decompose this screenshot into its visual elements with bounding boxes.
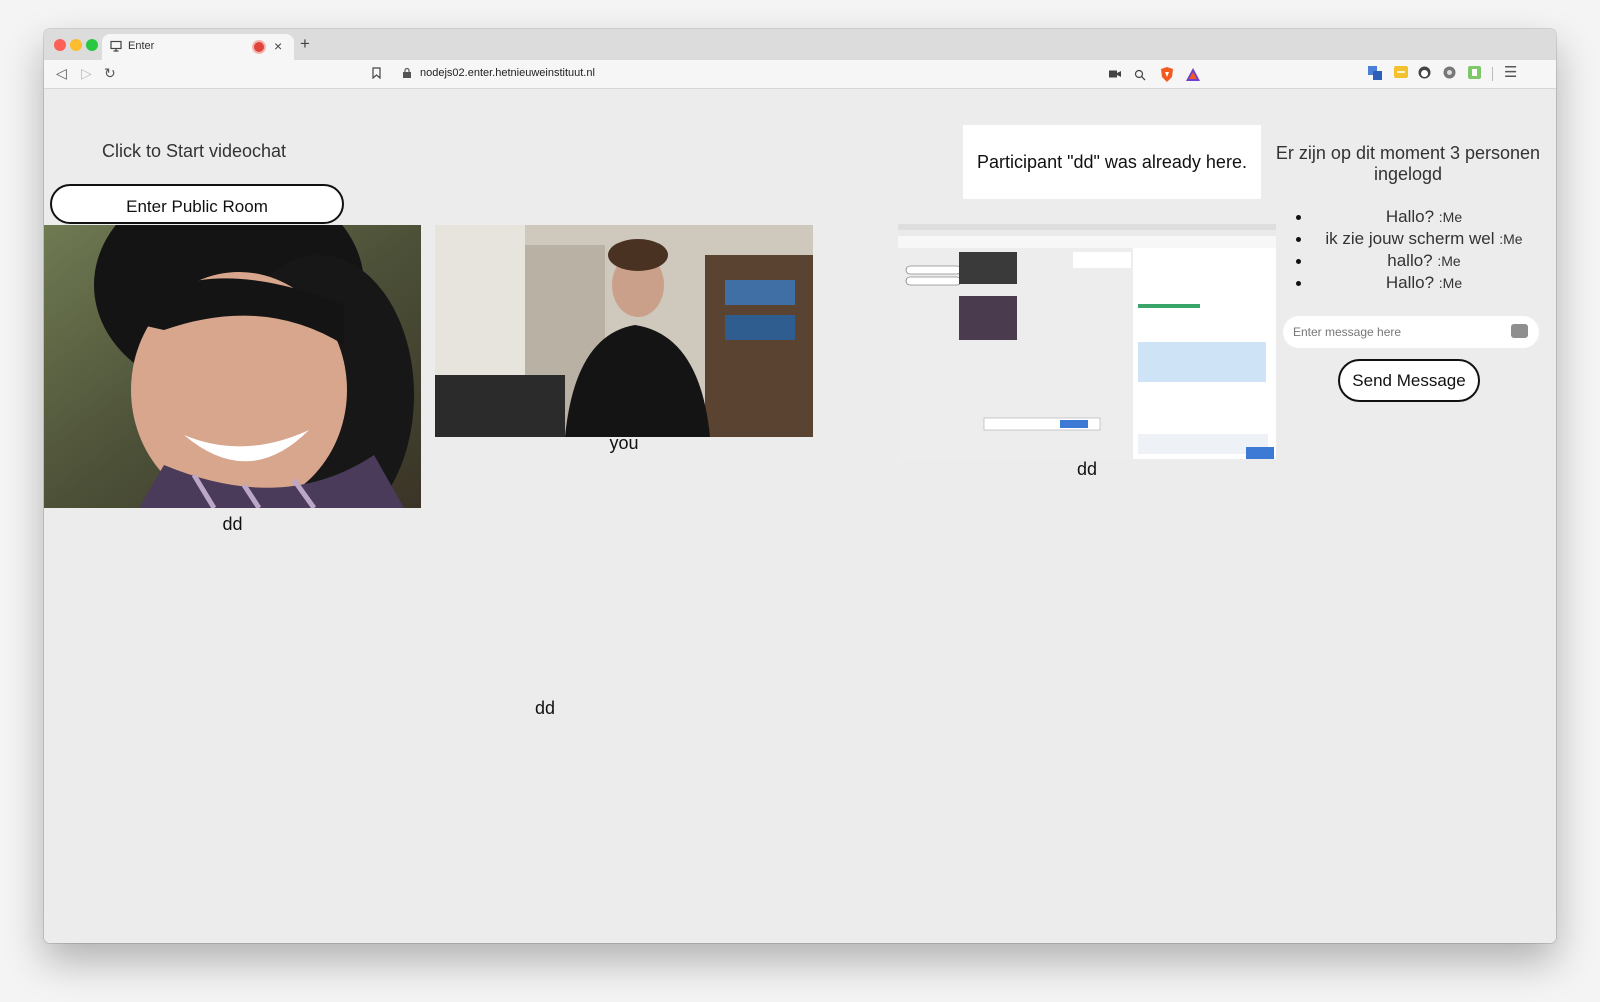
chat-message: Hallo? :Me bbox=[1294, 273, 1554, 295]
send-message-button[interactable]: Send Message bbox=[1338, 359, 1480, 402]
message-author: :Me bbox=[1438, 209, 1463, 225]
message-author: :Me bbox=[1437, 253, 1461, 269]
video-screen-share bbox=[898, 224, 1276, 459]
enter-public-room-button[interactable]: Enter Public Room bbox=[50, 184, 344, 224]
start-videochat-label[interactable]: Click to Start videochat bbox=[44, 141, 344, 162]
tab-bar: Enter × + bbox=[44, 29, 1556, 60]
autofill-icon[interactable] bbox=[1511, 324, 1528, 338]
message-author: :Me bbox=[1438, 275, 1463, 291]
screen-share-feed bbox=[898, 224, 1276, 459]
toolbar: ◁ ▷ ↻ nodejs02.enter.hetnieuweinstituut.… bbox=[44, 60, 1556, 89]
video-label: dd bbox=[222, 514, 243, 534]
lock-icon bbox=[403, 67, 411, 78]
minimize-window-button[interactable] bbox=[70, 39, 82, 51]
chat-message: ik zie jouw scherm wel :Me bbox=[1294, 229, 1554, 251]
browser-window: Enter × + ◁ ▷ ↻ nodejs02.enter.hetnieuwe… bbox=[44, 29, 1556, 943]
message-text: Hallo? bbox=[1385, 273, 1435, 292]
bookmark-icon[interactable] bbox=[372, 67, 381, 79]
page-content: Click to Start videochat Enter Public Ro… bbox=[44, 89, 1556, 943]
message-text: Hallo? bbox=[1385, 207, 1435, 226]
translate-icon[interactable] bbox=[1368, 66, 1382, 80]
close-window-button[interactable] bbox=[54, 39, 66, 51]
video-label: dd bbox=[534, 698, 556, 718]
notice-message: Participant "dd" was already here. bbox=[963, 125, 1261, 199]
forward-icon[interactable]: ▷ bbox=[81, 65, 92, 82]
new-tab-button[interactable]: + bbox=[300, 34, 310, 54]
close-tab-icon[interactable]: × bbox=[274, 38, 282, 54]
video-dd bbox=[44, 225, 421, 508]
url-text: nodejs02.enter.hetnieuweinstituut.nl bbox=[420, 67, 595, 79]
back-icon[interactable]: ◁ bbox=[56, 65, 67, 82]
menu-icon[interactable]: ☰ bbox=[1504, 63, 1517, 81]
tab-title: Enter bbox=[128, 40, 155, 52]
video-label: you bbox=[609, 433, 639, 453]
video-feed-dd bbox=[44, 225, 421, 508]
message-text: ik zie jouw scherm wel bbox=[1325, 229, 1495, 248]
chat-message: hallo? :Me bbox=[1294, 251, 1554, 273]
message-author: :Me bbox=[1499, 231, 1523, 247]
maximize-window-button[interactable] bbox=[86, 39, 98, 51]
recording-icon bbox=[254, 42, 264, 52]
extension-icon[interactable] bbox=[1394, 66, 1408, 78]
video-you bbox=[435, 225, 813, 437]
video-feed-you bbox=[435, 225, 813, 437]
toolbar-divider bbox=[1492, 67, 1493, 81]
extension-icon[interactable] bbox=[1468, 66, 1481, 79]
extension-icon[interactable] bbox=[1418, 66, 1431, 79]
camera-icon[interactable] bbox=[1109, 69, 1121, 79]
brave-shield-icon[interactable] bbox=[1160, 67, 1174, 82]
message-input[interactable] bbox=[1283, 316, 1539, 348]
extension-icon[interactable] bbox=[1443, 66, 1456, 79]
zoom-icon[interactable] bbox=[1134, 69, 1146, 81]
brave-rewards-icon[interactable] bbox=[1186, 68, 1200, 81]
online-count-text: Er zijn op dit moment 3 personen ingelog… bbox=[1275, 143, 1541, 184]
message-text: hallo? bbox=[1387, 251, 1433, 270]
monitor-icon bbox=[110, 40, 122, 52]
tab-enter[interactable]: Enter × bbox=[102, 34, 294, 60]
chat-message: Hallo? :Me bbox=[1294, 207, 1554, 229]
video-label: dd bbox=[1076, 459, 1098, 479]
chat-message-list: Hallo? :Me ik zie jouw scherm wel :Me ha… bbox=[1294, 207, 1554, 295]
reload-icon[interactable]: ↻ bbox=[104, 65, 116, 82]
address-bar[interactable]: nodejs02.enter.hetnieuweinstituut.nl bbox=[372, 63, 1272, 85]
